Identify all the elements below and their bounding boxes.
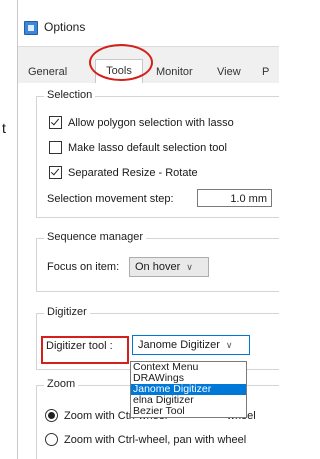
lasso-default-row[interactable]: Make lasso default selection tool [49,140,227,156]
tab-tools[interactable]: Tools [95,59,143,83]
selection-group: Selection Allow polygon selection with l… [36,89,279,218]
digitizer-label-highlight [41,336,129,364]
digitizer-tool-listbox[interactable]: Context Menu DRAWings Janome Digitizer e… [130,361,247,418]
digitizer-tool-value: Janome Digitizer [138,339,220,351]
sequence-manager-legend: Sequence manager [44,231,147,243]
chevron-down-icon: ∨ [225,340,233,350]
zoom-option-1-radio[interactable] [45,408,58,422]
focus-on-item-label: Focus on item: [47,261,120,273]
title-bar: Options [18,0,279,47]
separated-resize-label: Separated Resize - Rotate [68,167,198,179]
tab-p[interactable]: P [262,63,269,81]
digitizer-tool-dropdown[interactable]: Janome Digitizer ∨ [132,335,250,355]
zoom-option-2-row[interactable]: Zoom with Ctrl-wheel, pan with wheel [45,432,246,448]
tab-general[interactable]: General [28,63,67,81]
focus-on-item-value: On hover [135,261,181,273]
tab-strip: General Tools Monitor View P [18,47,279,84]
digitizer-legend: Digitizer [44,306,90,318]
window-title: Options [44,20,86,34]
stray-text: t [2,120,6,136]
chevron-down-icon: ∨ [186,262,193,272]
zoom-legend: Zoom [44,378,79,390]
app-icon [24,21,38,35]
separated-resize-checkbox[interactable] [49,165,62,179]
allow-lasso-row[interactable]: Allow polygon selection with lasso [49,115,234,131]
movement-step-label: Selection movement step: [47,193,174,205]
sequence-manager-group: Sequence manager Focus on item: On hover… [36,231,279,292]
separated-resize-row[interactable]: Separated Resize - Rotate [49,165,198,181]
allow-lasso-checkbox[interactable] [49,115,62,129]
focus-on-item-dropdown[interactable]: On hover ∨ [129,257,209,277]
lasso-default-checkbox[interactable] [49,140,62,154]
selection-legend: Selection [44,89,96,101]
options-window: Options General Tools Monitor View P Sel… [17,0,279,459]
tab-monitor[interactable]: Monitor [156,63,193,81]
zoom-option-2-radio[interactable] [45,432,58,446]
allow-lasso-label: Allow polygon selection with lasso [68,117,234,129]
tab-view[interactable]: View [217,63,241,81]
zoom-option-2-label: Zoom with Ctrl-wheel, pan with wheel [64,434,247,446]
digitizer-option[interactable]: Bezier Tool [131,406,246,417]
movement-step-input[interactable]: 1.0 mm [197,189,272,207]
lasso-default-label: Make lasso default selection tool [68,142,227,154]
